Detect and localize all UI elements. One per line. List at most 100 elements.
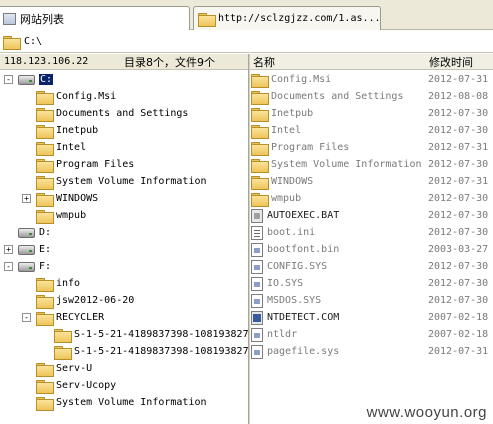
tree-item[interactable]: S-1-5-21-4189837398-108193827 [54, 343, 248, 360]
tree-item[interactable]: Program Files [36, 156, 134, 173]
tab-site-list[interactable]: 网站列表 [0, 6, 190, 30]
tree-item[interactable]: System Volume Information [36, 173, 207, 190]
column-header-name[interactable]: 名称 [253, 54, 275, 70]
tree-label: wmpub [56, 210, 87, 221]
list-item[interactable]: System Volume Information 2012-07-30 [250, 156, 493, 173]
tree-item[interactable]: info [36, 275, 80, 292]
list-item[interactable]: AUTOEXEC.BAT 2012-07-30 [250, 207, 493, 224]
expand-toggle[interactable]: + [4, 245, 13, 254]
file-date: 2007-02-18 [428, 329, 489, 340]
list-item[interactable]: CONFIG.SYS 2012-07-30 [250, 258, 493, 275]
tab-file-browser[interactable]: http://sclzgjzz.com/1.as... [193, 6, 381, 30]
file-list: Config.Msi 2012-07-31 Documents and Sett… [250, 71, 493, 424]
file-date: 2012-07-30 [428, 108, 489, 119]
collapse-toggle[interactable]: - [4, 262, 13, 271]
folder-tree: - C: Config.Msi Documents and Settings I… [0, 71, 248, 424]
tree-item[interactable]: Serv-U [36, 360, 92, 377]
collapse-toggle[interactable]: - [22, 313, 31, 322]
list-item[interactable]: boot.ini 2012-07-30 [250, 224, 493, 241]
folder-icon [251, 192, 269, 207]
collapse-toggle[interactable]: - [4, 75, 13, 84]
file-name: WINDOWS [271, 176, 314, 187]
tree-drive-c[interactable]: C: [18, 71, 54, 88]
folder-icon [36, 175, 54, 190]
tree-drive-e[interactable]: E: [18, 241, 51, 258]
tree-item[interactable]: wmpub [36, 207, 86, 224]
sys-file-icon [251, 293, 263, 308]
tree-item[interactable]: Documents and Settings [36, 105, 188, 122]
list-item[interactable]: MSDOS.SYS 2012-07-30 [250, 292, 493, 309]
file-date: 2012-07-31 [428, 176, 489, 187]
folder-icon [36, 124, 54, 139]
folder-icon [251, 90, 269, 105]
file-name: ntldr [267, 329, 298, 340]
tree-label: E: [39, 244, 52, 255]
tree-label: System Volume Information [56, 397, 207, 408]
list-item[interactable]: bootfont.bin 2003-03-27 [250, 241, 493, 258]
tree-item[interactable]: jsw2012-06-20 [36, 292, 134, 309]
server-ip: 118.123.106.22 [4, 56, 89, 67]
list-item[interactable]: pagefile.sys 2012-07-31 [250, 343, 493, 360]
tab-label: 网站列表 [20, 12, 64, 26]
file-name: IO.SYS [267, 278, 304, 289]
folder-icon [251, 73, 269, 88]
sys-file-icon [251, 276, 263, 291]
file-date: 2012-07-31 [428, 142, 489, 153]
folder-icon [36, 90, 54, 105]
file-name: pagefile.sys [267, 346, 340, 357]
tree-drive-f[interactable]: F: [18, 258, 51, 275]
folder-icon [54, 328, 72, 343]
folder-icon [36, 107, 54, 122]
file-date: 2012-07-30 [428, 261, 489, 272]
tree-label: D: [39, 227, 52, 238]
file-name: Inetpub [271, 108, 314, 119]
tree-item[interactable]: S-1-5-21-4189837398-108193827 [54, 326, 248, 343]
folder-icon [36, 379, 54, 394]
file-date: 2012-07-31 [428, 346, 489, 357]
sys-file-icon [251, 327, 263, 342]
expand-toggle[interactable]: + [22, 194, 31, 203]
list-item[interactable]: Documents and Settings 2012-08-08 [250, 88, 493, 105]
file-name: AUTOEXEC.BAT [267, 210, 340, 221]
file-name: bootfont.bin [267, 244, 340, 255]
tree-label: WINDOWS [56, 193, 99, 204]
file-name: Intel [271, 125, 302, 136]
tree-label: Serv-U [56, 363, 93, 374]
tree-label: RECYCLER [56, 312, 105, 323]
file-name: wmpub [271, 193, 302, 204]
address-path[interactable]: C:\ [24, 36, 42, 47]
list-item[interactable]: IO.SYS 2012-07-30 [250, 275, 493, 292]
address-bar[interactable]: C:\ [0, 31, 493, 53]
file-date: 2012-08-08 [428, 91, 489, 102]
tree-drive-d[interactable]: D: [18, 224, 51, 241]
tree-item[interactable]: Serv-Ucopy [36, 377, 116, 394]
file-name: System Volume Information [271, 159, 422, 170]
folder-icon [198, 12, 216, 27]
tree-label: Program Files [56, 159, 135, 170]
list-item[interactable]: wmpub 2012-07-30 [250, 190, 493, 207]
tree-item[interactable]: Config.Msi [36, 88, 116, 105]
file-date: 2012-07-30 [428, 125, 489, 136]
tree-item[interactable]: Intel [36, 139, 86, 156]
folder-icon [36, 209, 54, 224]
list-item[interactable]: NTDETECT.COM 2007-02-18 [250, 309, 493, 326]
list-item[interactable]: Config.Msi 2012-07-31 [250, 71, 493, 88]
list-item[interactable]: Inetpub 2012-07-30 [250, 105, 493, 122]
folder-icon [251, 107, 269, 122]
list-item[interactable]: Intel 2012-07-30 [250, 122, 493, 139]
item-count: 目录8个，文件9个 [124, 55, 215, 69]
list-item[interactable]: WINDOWS 2012-07-31 [250, 173, 493, 190]
tree-item[interactable]: RECYCLER [36, 309, 104, 326]
tree-item[interactable]: WINDOWS [36, 190, 98, 207]
list-item[interactable]: ntldr 2007-02-18 [250, 326, 493, 343]
tree-label: Documents and Settings [56, 108, 189, 119]
tree-item[interactable]: System Volume Information [36, 394, 207, 411]
tree-item[interactable]: Inetpub [36, 122, 98, 139]
list-item[interactable]: Program Files 2012-07-31 [250, 139, 493, 156]
drive-icon [18, 227, 35, 238]
folder-icon [251, 141, 269, 156]
sys-file-icon [251, 344, 263, 359]
tree-label: info [56, 278, 81, 289]
column-header-modified[interactable]: 修改时间 [429, 54, 473, 70]
file-date: 2012-07-30 [428, 295, 489, 306]
